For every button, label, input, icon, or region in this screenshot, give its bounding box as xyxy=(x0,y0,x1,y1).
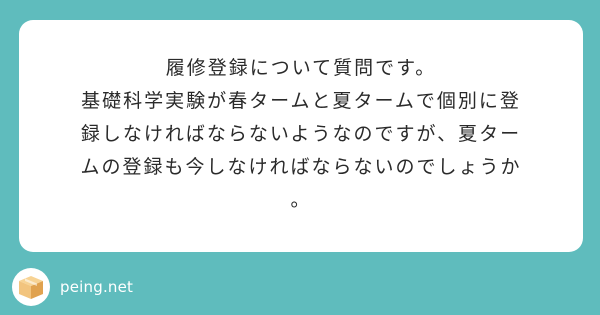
question-line: ムの登録も今しなければならないのでしょうか xyxy=(80,155,522,178)
logo xyxy=(12,268,50,306)
question-line: 。 xyxy=(290,188,312,211)
question-line: 録しなければならないようなのですが、夏ター xyxy=(80,122,522,145)
brand-name[interactable]: peing.net xyxy=(60,278,133,296)
footer: peing.net xyxy=(12,267,133,307)
question-line: 基礎科学実験が春タームと夏タームで個別に登 xyxy=(81,89,521,112)
question-line: 履修登録について質問です。 xyxy=(165,56,437,79)
box-icon xyxy=(19,276,43,299)
question-card: 履修登録について質問です。 基礎科学実験が春タームと夏タームで個別に登 録しなけ… xyxy=(19,20,583,252)
question-text: 履修登録について質問です。 基礎科学実験が春タームと夏タームで個別に登 録しなけ… xyxy=(41,52,561,217)
